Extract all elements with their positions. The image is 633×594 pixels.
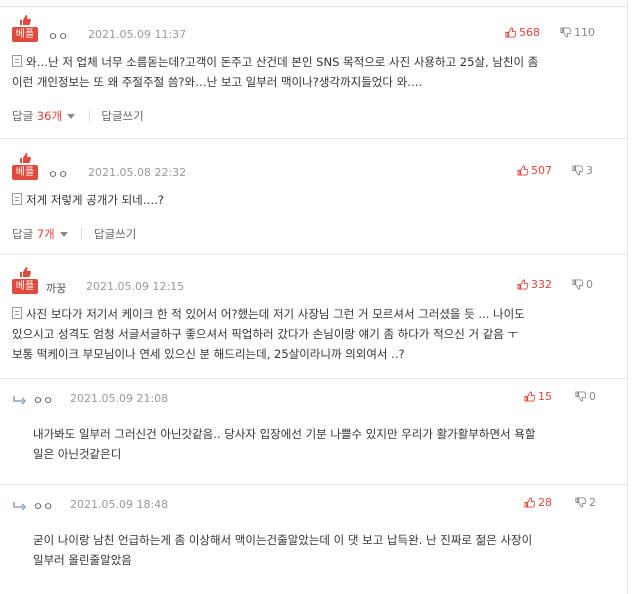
dislike-button[interactable]: 2 [575,496,596,509]
comment-author[interactable]: ㅇㅇ [48,28,68,44]
best-badge: 베플 [12,152,38,182]
dislike-button[interactable]: 110 [560,26,595,39]
actions-separator [88,110,90,122]
reply-count: 36개 [36,109,63,123]
comment-date: 2021.05.09 12:15 [86,280,185,293]
write-reply-link[interactable]: 답글쓰기 [94,227,136,241]
thumb-up-icon [517,165,529,176]
reply-divider [0,484,627,485]
comment-date: 2021.05.09 11:37 [88,28,187,41]
reply-author[interactable]: ㅇㅇ [33,498,53,514]
reply-date: 2021.05.09 21:08 [70,392,169,405]
thumb-down-icon [575,497,587,508]
comment-line: 저게 저렇게 공개가 되네….? [12,190,612,210]
best-badge: 베플 [12,266,38,296]
chevron-down-icon [59,232,68,237]
document-icon [12,193,22,205]
comment-actions: 답글 36개 답글쓰기 [12,108,144,124]
comment-meta: 베플 ㅇㅇ 2021.05.09 11:37 568 110 [12,14,622,44]
comment-line: 사진 보다가 저기서 케이크 한 적 있어서 어?했는데 저기 사장님 그런 거… [12,304,612,324]
dislike-count: 2 [589,496,596,509]
like-button[interactable]: 507 [517,164,552,177]
reply-date: 2021.05.09 18:48 [70,498,169,511]
comment-author[interactable]: ㅇㅇ [48,166,68,182]
comment-list: 베플 ㅇㅇ 2021.05.09 11:37 568 110 와…난 저 업체 … [0,0,628,594]
comment-meta: 베플 까꿍 2021.05.09 12:15 332 0 [12,266,622,296]
reply-line: 일부러 올린줄알았음 [33,553,132,567]
like-count: 28 [538,496,552,509]
reply-line: 내가봐도 일부러 그러신건 아닌갓같음.. 당사자 입장에선 기분 나쁠수 있지… [33,427,536,441]
dislike-button[interactable]: 3 [572,164,593,177]
badge-thumb-icon [20,267,31,277]
comment-line: 이런 개인정보는 또 왜 주절주절 씀?와…난 보고 일부러 맥이나?생각까지들… [12,75,423,89]
comment-actions: 답글 7개 답글쓰기 [12,226,136,242]
comment-line: 보통 떡케이크 부모님이나 연세 있으신 분 해드리는데, 25살이라니까 의외… [12,347,405,361]
reply-author[interactable]: ㅇㅇ [33,392,53,408]
thumb-down-icon [572,279,584,290]
comment-text: 사진 보다가 저기서 케이크 한 적 있어서 어?했는데 저기 사장님 그런 거… [12,304,612,364]
best-badge-label: 베플 [12,27,38,42]
reply-text: 내가봐도 일부러 그러신건 아닌갓같음.. 당사자 입장에선 기분 나쁠수 있지… [33,424,618,464]
comment-date: 2021.05.08 22:32 [88,166,187,179]
dislike-count: 0 [586,278,593,291]
document-icon [12,307,22,319]
like-button[interactable]: 568 [505,26,540,39]
comment-author[interactable]: 까꿍 [46,280,66,296]
like-count: 15 [538,390,552,403]
top-divider [0,6,627,7]
reply-toggle[interactable]: 답글 7개 [12,227,68,241]
thumb-down-icon [572,165,584,176]
thumb-down-icon [560,27,572,38]
reply-toggle[interactable]: 답글 36개 [12,109,76,123]
thumb-down-icon [575,391,587,402]
reply-line: 굳이 나이랑 남친 언급하는게 좀 이상해서 맥이는건줄알았는데 이 댓 보고 … [33,533,533,547]
like-count: 568 [519,26,540,39]
like-button[interactable]: 28 [524,496,552,509]
dislike-count: 110 [574,26,595,39]
comment-text: 저게 저렇게 공개가 되네….? [12,190,612,210]
comment-line: 있으시고 성격도 엄청 서글서글하구 좋으셔서 픽업하러 갔다가 손님이랑 얘기… [12,327,519,341]
thumb-up-icon [524,391,536,402]
thumb-up-icon [505,27,517,38]
dislike-count: 3 [586,164,593,177]
comment-divider [0,378,627,379]
actions-separator [81,228,83,240]
comment-line: 와…난 저 업체 너무 소름돋는데?고객이 돈주고 산건데 본인 SNS 목적으… [12,52,612,72]
thumb-up-icon [517,279,529,290]
best-badge-label: 베플 [12,279,38,294]
dislike-count: 0 [589,390,596,403]
comment-text: 와…난 저 업체 너무 소름돋는데?고객이 돈주고 산건데 본인 SNS 목적으… [12,52,612,92]
chevron-down-icon [67,114,76,119]
like-count: 332 [531,278,552,291]
best-badge-label: 베플 [12,165,38,180]
badge-thumb-icon [20,153,31,163]
badge-thumb-icon [20,15,31,25]
reply-line: 일은 아닌것같은디 [33,447,122,461]
dislike-button[interactable]: 0 [572,278,593,291]
like-button[interactable]: 15 [524,390,552,403]
like-count: 507 [531,164,552,177]
reply-count: 7개 [36,227,55,241]
reply-arrow-icon [13,502,27,511]
reply-text: 굳이 나이랑 남친 언급하는게 좀 이상해서 맥이는건줄알았는데 이 댓 보고 … [33,530,618,570]
write-reply-link[interactable]: 답글쓰기 [101,109,143,123]
like-button[interactable]: 332 [517,278,552,291]
comment-divider [0,138,627,139]
dislike-button[interactable]: 0 [575,390,596,403]
best-badge: 베플 [12,14,38,44]
document-icon [12,55,22,67]
comment-meta: 베플 ㅇㅇ 2021.05.08 22:32 507 3 [12,152,622,182]
thumb-up-icon [524,497,536,508]
reply-arrow-icon [13,396,27,405]
comment-divider [0,254,627,255]
